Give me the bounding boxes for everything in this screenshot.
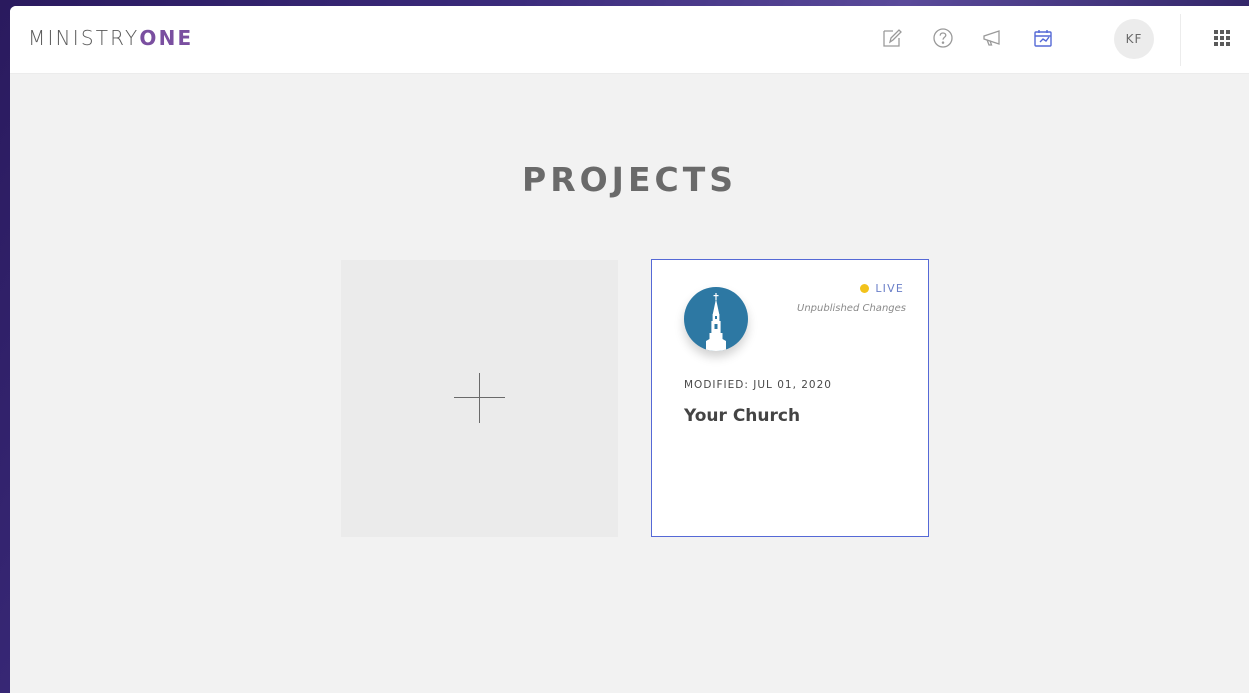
help-icon[interactable] [931, 26, 955, 50]
projects-icon[interactable] [1031, 26, 1055, 50]
logo-text-main: MINISTRY [28, 26, 140, 50]
church-steeple-icon [684, 287, 748, 351]
header-divider [1180, 14, 1181, 66]
status-label: LIVE [875, 282, 904, 295]
page-title: PROJECTS [522, 160, 737, 199]
modified-date: MODIFIED: JUL 01, 2020 [684, 379, 832, 391]
user-avatar[interactable]: KF [1114, 19, 1154, 59]
project-card[interactable]: LIVE Unpublished Changes MODIFIED: JUL 0… [651, 259, 929, 537]
top-navigation-bar: MINISTRYONE KF [10, 6, 1249, 73]
unpublished-changes-note: Unpublished Changes [797, 303, 906, 314]
megaphone-icon[interactable] [980, 26, 1004, 50]
apps-grid-icon[interactable] [1210, 26, 1234, 50]
logo-text-accent: ONE [139, 26, 194, 50]
new-project-button[interactable] [341, 260, 618, 537]
live-status-dot [860, 284, 870, 293]
app-logo[interactable]: MINISTRYONE [28, 26, 193, 50]
plus-icon-vertical [479, 373, 480, 423]
project-name: Your Church [684, 406, 801, 426]
app-window: MINISTRYONE KF PROJECTS LIVE Unpublished… [10, 6, 1249, 693]
project-status: LIVE [860, 282, 904, 295]
edit-note-icon[interactable] [880, 26, 904, 50]
